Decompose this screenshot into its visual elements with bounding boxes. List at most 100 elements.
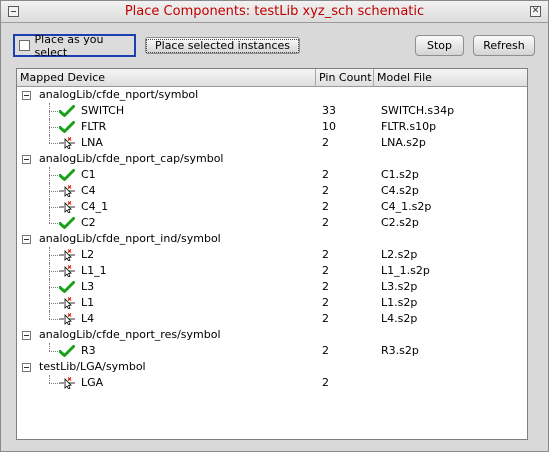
model-file: C4_1.s2p [381,200,432,213]
tree-connector [49,199,50,215]
collapse-icon[interactable] [22,331,31,340]
collapse-icon[interactable] [22,155,31,164]
device-name: L1_1 [81,264,107,277]
check-icon [59,121,75,133]
model-file: C1.s2p [381,168,419,181]
device-name: LNA [81,136,103,149]
tree-item-row[interactable]: L1_1 2 L1_1.s2p [17,263,527,279]
place-selected-instances-button[interactable]: Place selected instances [145,37,300,54]
mapped-device-tree[interactable]: Mapped Device Pin Count Model File analo… [16,68,528,440]
tree-item-row[interactable]: C4_1 2 C4_1.s2p [17,199,527,215]
tree-connector [49,223,58,224]
device-name: L3 [81,280,95,293]
tree-group-row[interactable]: testLib/LGA/symbol [17,359,527,375]
pin-count: 2 [322,296,329,309]
tree-connector [49,103,50,119]
tree-item-row[interactable]: LNA 2 LNA.s2p [17,135,527,151]
tree-connector [49,343,50,351]
place-instance-icon [59,377,75,389]
place-instance-icon [59,249,75,261]
tree-connector [49,383,58,384]
group-label: analogLib/cfde_nport_cap/symbol [39,152,224,165]
tree-connector [49,143,58,144]
tree-connector [49,303,58,304]
checkbox-box[interactable] [19,40,30,51]
tree-connector [49,311,50,319]
pin-count: 2 [322,280,329,293]
tree-rows: analogLib/cfde_nport/symbol SWITCH 33 SWITC… [17,87,527,391]
tree-item-row[interactable]: FLTR 10 FLTR.s10p [17,119,527,135]
tree-connector [49,119,50,135]
pin-count: 2 [322,264,329,277]
refresh-button[interactable]: Refresh [473,35,535,56]
tree-item-row[interactable]: LGA 2 [17,375,527,391]
column-header-model-file[interactable]: Model File [374,69,527,86]
pin-count: 2 [322,376,329,389]
pin-count: 10 [322,120,336,133]
tree-item-row[interactable]: C2 2 C2.s2p [17,215,527,231]
tree-connector [49,183,50,199]
tree-group-row[interactable]: analogLib/cfde_nport_res/symbol [17,327,527,343]
model-file: FLTR.s10p [381,120,437,133]
device-name: LGA [81,376,104,389]
check-icon [59,217,75,229]
tree-item-row[interactable]: SWITCH 33 SWITCH.s34p [17,103,527,119]
collapse-icon[interactable] [22,235,31,244]
pin-count: 2 [322,200,329,213]
tree-group-row[interactable]: analogLib/cfde_nport/symbol [17,87,527,103]
tree-item-row[interactable]: L1 2 L1.s2p [17,295,527,311]
tree-group-row[interactable]: analogLib/cfde_nport_ind/symbol [17,231,527,247]
place-instance-icon [59,185,75,197]
stop-button[interactable]: Stop [415,35,464,56]
check-icon [59,169,75,181]
tree-group-row[interactable]: analogLib/cfde_nport_cap/symbol [17,151,527,167]
device-name: L4 [81,312,95,325]
tree-connector [49,135,50,143]
tree-connector [49,167,50,183]
tree-connector [49,247,50,263]
tree-item-row[interactable]: C4 2 C4.s2p [17,183,527,199]
tree-connector [49,351,58,352]
model-file: L1.s2p [381,296,418,309]
column-header-pin-count[interactable]: Pin Count [316,69,374,86]
pin-count: 2 [322,136,329,149]
group-label: testLib/LGA/symbol [39,360,146,373]
device-name: FLTR [81,120,107,133]
collapse-icon[interactable] [22,363,31,372]
tree-connector [49,175,58,176]
place-instance-icon [59,265,75,277]
tree-connector [49,111,58,112]
tree-connector [49,127,58,128]
place-instance-icon [59,137,75,149]
device-name: C4_1 [81,200,109,213]
model-file: R3.s2p [381,344,419,357]
tree-connector [49,319,58,320]
pin-count: 2 [322,312,329,325]
model-file: L2.s2p [381,248,418,261]
device-name: C1 [81,168,96,181]
pin-count: 2 [322,184,329,197]
check-icon [59,281,75,293]
tree-connector [49,295,50,311]
device-name: SWITCH [81,104,125,117]
device-name: C2 [81,216,96,229]
tree-item-row[interactable]: L3 2 L3.s2p [17,279,527,295]
tree-connector [49,287,58,288]
tree-item-row[interactable]: L2 2 L2.s2p [17,247,527,263]
collapse-icon[interactable] [22,91,31,100]
close-icon[interactable]: ✕ [530,6,541,17]
title-bar: Place Components: testLib xyz_sch schema… [1,1,548,23]
tree-connector [49,271,58,272]
tree-item-row[interactable]: R3 2 R3.s2p [17,343,527,359]
column-header-mapped-device[interactable]: Mapped Device [17,69,316,86]
place-instance-icon [59,201,75,213]
check-icon [59,345,75,357]
model-file: C2.s2p [381,216,419,229]
tree-item-row[interactable]: C1 2 C1.s2p [17,167,527,183]
tree-connector [49,263,50,279]
check-icon [59,105,75,117]
pin-count: 2 [322,216,329,229]
place-as-you-select-checkbox[interactable]: Place as you select [13,33,136,59]
tree-item-row[interactable]: L4 2 L4.s2p [17,311,527,327]
model-file: C4.s2p [381,184,419,197]
